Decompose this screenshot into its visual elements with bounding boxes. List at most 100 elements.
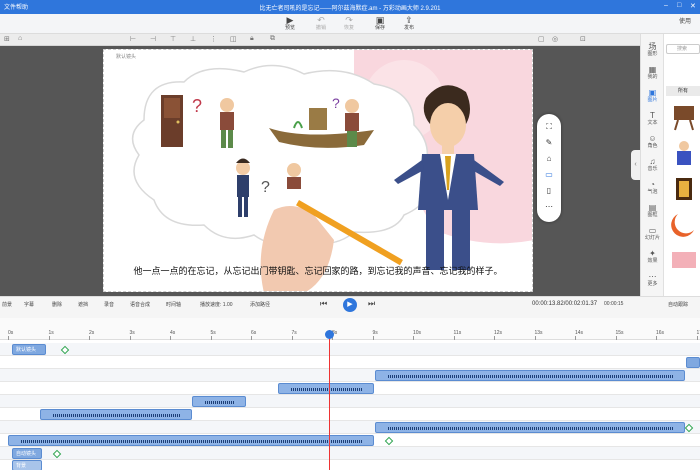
delete-button[interactable]: 删除 — [52, 301, 62, 308]
businessman-head — [430, 103, 466, 147]
rail-item-9[interactable]: ✦ 效果 — [641, 249, 664, 264]
ruler-icon[interactable]: ⊡ — [580, 35, 586, 43]
old-man-2-legs — [347, 131, 357, 147]
unlock-icon[interactable]: ⌂ — [537, 154, 561, 163]
record-button[interactable]: 录音 — [104, 301, 114, 308]
fullscreen-icon[interactable]: ⛶ — [537, 122, 561, 132]
track-row[interactable] — [0, 395, 700, 408]
audio-clip[interactable] — [278, 383, 374, 394]
align-bottom-icon[interactable]: ⊥ — [190, 35, 196, 43]
rail-label: 图形 — [647, 51, 658, 57]
settings-button[interactable]: 使用 — [672, 19, 698, 25]
timeline-button[interactable]: 时间轴 — [166, 301, 181, 308]
edit-icon[interactable]: ✎ — [537, 138, 561, 147]
resource-thumb-character[interactable] — [668, 138, 700, 168]
resource-thumb-frame[interactable] — [668, 174, 700, 204]
add-path-button[interactable]: 添加路径 — [250, 301, 270, 308]
audio-clip[interactable] — [40, 409, 192, 420]
rail-icon: 场 — [648, 42, 657, 51]
zoom-icon[interactable]: ◎ — [552, 35, 558, 43]
rail-item-5[interactable]: ♫ 音乐 — [641, 157, 664, 172]
monitor-icon[interactable]: ▭ — [537, 170, 561, 179]
ruler-tick-label: 11s — [453, 330, 462, 336]
audio-clip[interactable] — [375, 370, 685, 381]
old-man-1-body — [220, 112, 234, 130]
rail-item-7[interactable]: ▤ 图框 — [641, 203, 664, 218]
resource-category-rail: 场图形 ▦ 我的 ▣ 图片 T 文本 ☺ 角色 ♫ 音乐 ◔ 气泡 ▤ 图框 ▭ 幻灯片 ✦ 效果 ⋯ 更多 — [640, 34, 663, 296]
door-panel — [164, 98, 180, 118]
subtitle-text[interactable]: 他一点一点的在忘记，从忘记出门带钥匙、忘记回家的路，到忘记我的声音、忘记我的样子… — [103, 264, 533, 277]
collapse-panel-button[interactable]: ‹ — [631, 150, 640, 180]
track-row[interactable] — [0, 447, 700, 460]
resource-thumb-shape[interactable] — [668, 210, 700, 240]
rail-item-6[interactable]: ◔ 气泡 — [641, 180, 664, 195]
fit-icon[interactable]: ▢ — [538, 35, 545, 43]
rail-item-3[interactable]: T 文本 — [641, 111, 664, 126]
old-man-2-head — [345, 99, 359, 113]
foreground-button[interactable]: 前景 — [2, 301, 12, 308]
auto-track-toggle[interactable]: 自动跟踪 — [668, 301, 688, 308]
phone-icon[interactable]: ▯ — [537, 186, 561, 195]
subtitle-button[interactable]: 字幕 — [24, 301, 34, 308]
minimize-icon[interactable]: – — [664, 2, 668, 9]
audio-clip[interactable] — [8, 435, 374, 446]
preview-button[interactable]: ▶ 预览 — [276, 15, 304, 31]
redo-button[interactable]: ↷ 恢复 — [335, 15, 363, 31]
lock-icon[interactable]: 🔒︎ — [250, 35, 254, 43]
old-man-3-body — [287, 177, 301, 189]
resource-thumb-card[interactable] — [668, 246, 700, 276]
layer-icon[interactable]: ◫ — [230, 35, 237, 43]
maximize-icon[interactable]: □ — [677, 2, 681, 9]
rail-item-0[interactable]: 场图形 — [641, 42, 664, 57]
timeline-ruler[interactable]: 0s 1s 2s 3s 4s 5s 6s 7s 8s 9s 10s 11s 12s 13s 14s 15s 16… — [0, 318, 700, 340]
home-icon[interactable]: ⌂ — [18, 35, 22, 42]
mask-button[interactable]: 遮挡 — [78, 301, 88, 308]
ruler-tick-label: 13s — [534, 330, 543, 336]
close-icon[interactable]: ✕ — [690, 2, 696, 10]
publish-button[interactable]: ⇪ 发布 — [395, 15, 423, 31]
track-label-clip[interactable]: 背景 — [12, 460, 42, 470]
publish-icon: ⇪ — [405, 15, 413, 25]
grid-icon[interactable]: ⊞ — [4, 35, 10, 43]
scene-canvas[interactable]: ? ? ? — [103, 49, 533, 292]
rail-label: 图片 — [647, 97, 658, 103]
tts-button[interactable]: 语音合成 — [130, 301, 150, 308]
resource-thumb-easel[interactable] — [668, 102, 700, 132]
easel-icon — [674, 106, 694, 131]
rail-item-10[interactable]: ⋯ 更多 — [641, 272, 664, 287]
rail-item-2[interactable]: ▣ 图片 — [641, 88, 664, 103]
save-button[interactable]: ▣ 保存 — [366, 15, 394, 31]
audio-clip[interactable] — [375, 422, 685, 433]
old-man-2-body — [345, 113, 359, 131]
distribute-icon[interactable]: ⋮ — [210, 35, 217, 43]
timeline-clip[interactable] — [686, 357, 700, 368]
rail-icon: ▭ — [648, 226, 657, 235]
play-button[interactable]: ▶ — [343, 298, 357, 312]
playback-speed[interactable]: 播放速度: 1.00 — [200, 301, 233, 308]
track-row[interactable] — [0, 343, 700, 356]
waveform — [388, 427, 674, 430]
audio-clip[interactable] — [192, 396, 246, 407]
align-center-icon[interactable]: ⊣ — [150, 35, 156, 43]
playhead-handle[interactable] — [325, 330, 334, 339]
resource-search-input[interactable]: 搜索 — [666, 44, 700, 54]
track-label-clip[interactable]: 自动镜头 — [12, 448, 42, 459]
rail-item-1[interactable]: ▦ 我的 — [641, 65, 664, 80]
zoom-time[interactable]: 00:00:15 — [604, 301, 623, 307]
track-label-clip[interactable]: 默认镜头 — [12, 344, 46, 355]
ruler-tick-label: 14s — [575, 330, 584, 336]
align-left-icon[interactable]: ⊢ — [130, 35, 136, 43]
track-row[interactable] — [0, 460, 700, 470]
more-icon[interactable]: ⋯ — [537, 202, 561, 211]
rail-item-8[interactable]: ▭ 幻灯片 — [641, 226, 664, 241]
track-row[interactable] — [0, 356, 700, 369]
forward-icon[interactable]: ⏭ — [368, 299, 375, 309]
copy-icon[interactable]: ⧉ — [270, 35, 275, 43]
rewind-icon[interactable]: ⏮ — [320, 299, 327, 309]
category-all[interactable]: 所有 — [666, 86, 700, 96]
playhead-line[interactable] — [329, 330, 330, 470]
rail-item-4[interactable]: ☺ 角色 — [641, 134, 664, 149]
align-top-icon[interactable]: ⊤ — [170, 35, 176, 43]
undo-button[interactable]: ↶ 撤销 — [307, 15, 335, 31]
question-mark-1: ? — [192, 96, 202, 116]
